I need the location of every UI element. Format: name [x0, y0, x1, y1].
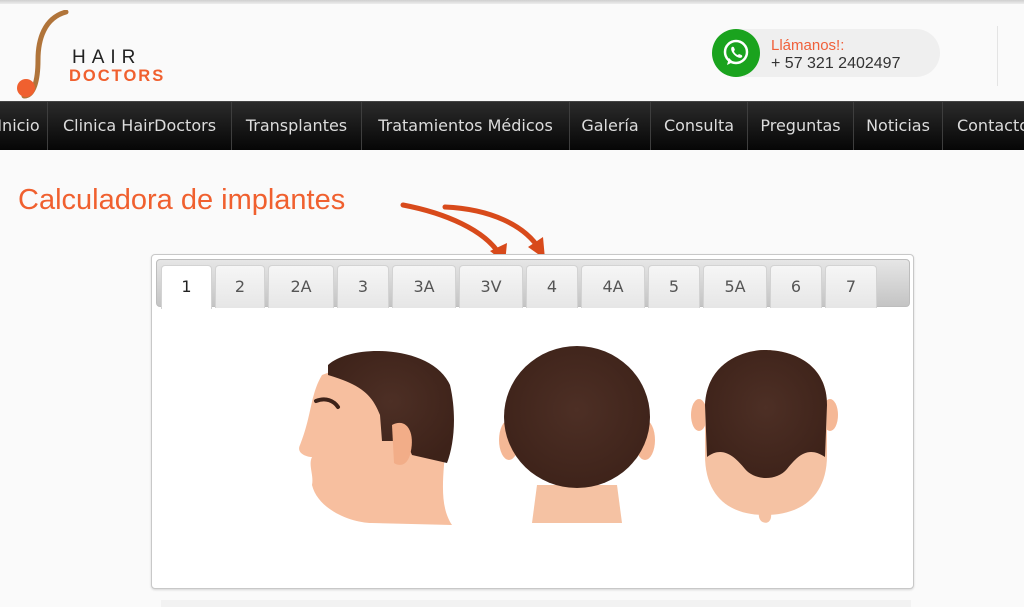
tab-2a[interactable]: 2A	[268, 265, 334, 308]
whatsapp-icon	[712, 29, 760, 77]
tab-3a[interactable]: 3A	[392, 265, 456, 308]
tab-3[interactable]: 3	[337, 265, 389, 308]
norwood-scale-tabs: 1 2 2A 3 3A 3V 4 4A 5 5A 6 7	[156, 259, 910, 309]
tab-3v[interactable]: 3V	[459, 265, 523, 308]
tab-4[interactable]: 4	[526, 265, 578, 308]
call-label: Llámanos!:	[771, 37, 845, 54]
nav-item-inicio[interactable]: Inicio	[0, 102, 48, 150]
nav-item-clinica[interactable]: Clinica HairDoctors	[48, 102, 232, 150]
implant-calculator-panel: 1 2 2A 3 3A 3V 4 4A 5 5A 6 7	[151, 254, 914, 589]
main-nav: Inicio Clinica HairDoctors Transplantes …	[0, 101, 1024, 150]
page-title: Calculadora de implantes	[18, 184, 346, 216]
head-back-view-icon	[499, 346, 655, 523]
tab-5a[interactable]: 5A	[703, 265, 767, 308]
tab-6[interactable]: 6	[770, 265, 822, 308]
logo-text-hair: HAIR	[72, 47, 142, 68]
nav-item-transplantes[interactable]: Transplantes	[232, 102, 362, 150]
logo-text-doctors: DOCTORS	[69, 67, 166, 85]
content-footer-strip	[161, 600, 911, 607]
tab-2[interactable]: 2	[215, 265, 265, 308]
head-top-view-icon	[691, 350, 838, 523]
call-us-badge[interactable]: Llámanos!: + 57 321 2402497	[712, 29, 940, 77]
nav-item-noticias[interactable]: Noticias	[854, 102, 943, 150]
hairdoctors-logo[interactable]: HAIR DOCTORS	[14, 10, 184, 100]
nav-item-galeria[interactable]: Galería	[570, 102, 651, 150]
nav-item-contacto[interactable]: Contacto	[943, 102, 1024, 150]
nav-item-preguntas[interactable]: Preguntas	[748, 102, 854, 150]
logo-swoosh-icon	[17, 10, 69, 99]
phone-number[interactable]: + 57 321 2402497	[771, 55, 900, 73]
tab-4a[interactable]: 4A	[581, 265, 645, 308]
nav-item-tratamientos[interactable]: Tratamientos Médicos	[362, 102, 570, 150]
tab-1[interactable]: 1	[161, 265, 212, 309]
tab-5[interactable]: 5	[648, 265, 700, 308]
site-header: HAIR DOCTORS Llámanos!: + 57 321 2402497	[0, 4, 1024, 101]
nav-item-consulta[interactable]: Consulta	[651, 102, 748, 150]
header-divider	[997, 26, 998, 86]
head-illustrations	[299, 346, 838, 525]
tab-7[interactable]: 7	[825, 265, 877, 308]
head-side-view-icon	[299, 351, 454, 525]
